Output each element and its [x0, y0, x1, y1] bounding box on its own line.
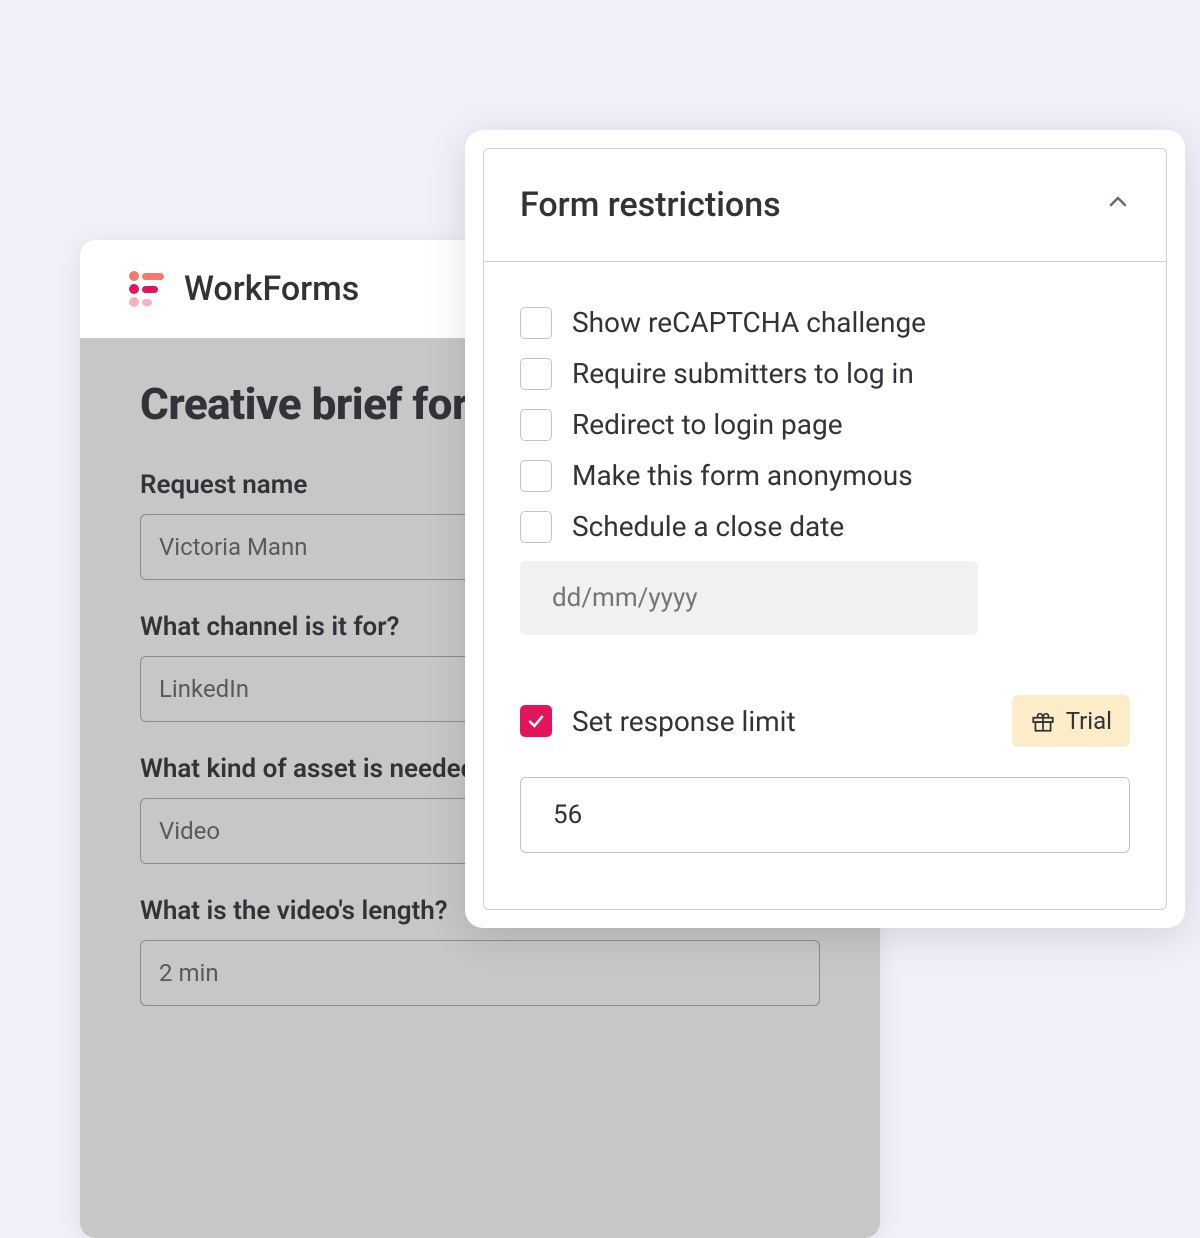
option-label: Require submitters to log in [572, 357, 914, 390]
brand-name: WorkForms [184, 269, 359, 309]
settings-panel: Form restrictions Show reCAPTCHA challen… [465, 130, 1185, 928]
option-response-limit[interactable]: Set response limit [520, 705, 796, 738]
settings-inner: Form restrictions Show reCAPTCHA challen… [483, 148, 1167, 910]
option-label: Schedule a close date [572, 510, 844, 543]
gift-icon [1030, 708, 1056, 734]
option-label: Make this form anonymous [572, 459, 913, 492]
checkbox[interactable] [520, 460, 552, 492]
checkbox[interactable] [520, 358, 552, 390]
option-close-date[interactable]: Schedule a close date [520, 510, 1130, 543]
options-list: Show reCAPTCHA challenge Require submitt… [484, 262, 1166, 909]
option-redirect-login[interactable]: Redirect to login page [520, 408, 1130, 441]
limit-header: Set response limit Trial [520, 695, 1130, 747]
response-limit-section: Set response limit Trial [520, 695, 1130, 853]
option-label: Set response limit [572, 705, 796, 738]
option-recaptcha[interactable]: Show reCAPTCHA challenge [520, 306, 1130, 339]
option-require-login[interactable]: Require submitters to log in [520, 357, 1130, 390]
checkbox-checked[interactable] [520, 705, 552, 737]
check-icon [526, 711, 546, 731]
workforms-logo-icon [120, 266, 166, 312]
chevron-up-icon [1106, 190, 1130, 221]
close-date-input[interactable] [520, 561, 978, 635]
checkbox[interactable] [520, 511, 552, 543]
close-date-input-wrap [520, 561, 1130, 635]
video-length-input[interactable] [140, 940, 820, 1006]
checkbox[interactable] [520, 307, 552, 339]
trial-badge[interactable]: Trial [1012, 695, 1130, 747]
section-header[interactable]: Form restrictions [484, 149, 1166, 262]
response-limit-input[interactable] [520, 777, 1130, 853]
option-label: Redirect to login page [572, 408, 843, 441]
checkbox[interactable] [520, 409, 552, 441]
trial-label: Trial [1066, 707, 1112, 735]
option-label: Show reCAPTCHA challenge [572, 306, 926, 339]
section-title: Form restrictions [520, 185, 781, 225]
option-anonymous[interactable]: Make this form anonymous [520, 459, 1130, 492]
